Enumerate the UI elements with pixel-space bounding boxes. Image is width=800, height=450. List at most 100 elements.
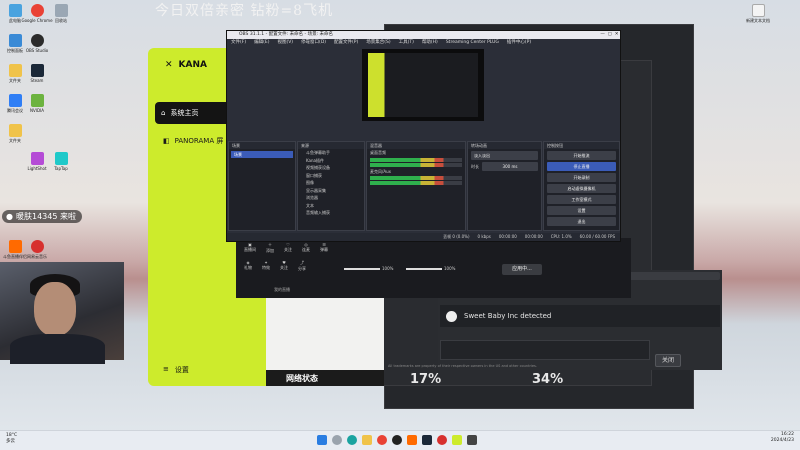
nav-panorama[interactable]: ◧ PANORAMA 屏 <box>163 136 223 146</box>
tool-add[interactable]: ＋添加 <box>266 242 274 254</box>
source-item[interactable]: 音频输入捕获 <box>298 209 364 217</box>
kana-logo-icon: ✕ <box>165 60 173 70</box>
disclaimer-text: All trademarks are property of their res… <box>388 364 537 368</box>
network-status-title: 网络状态 <box>266 370 384 386</box>
skull-icon <box>446 310 457 322</box>
start-stream-button[interactable]: 开始推流 <box>547 151 616 160</box>
desktop-icon-lightshot[interactable]: LightShot <box>24 152 50 176</box>
source-item[interactable]: 窗口捕获 <box>298 172 364 180</box>
obs-window: OBS 31.1.1 - 配置文件: 未命名 - 场景: 未命名 — ▢ ✕ 文件… <box>226 30 621 242</box>
menu-profile[interactable]: 配置文件(P) <box>334 39 358 47</box>
status-rec-time: 00:00:00 <box>524 234 543 239</box>
tool-mic[interactable]: ◎ 连麦 <box>302 242 310 254</box>
window-controls[interactable]: — ▢ ✕ <box>600 31 620 39</box>
mixer-track-label: 麦克风/Aux <box>370 168 391 174</box>
menu-streaming-center[interactable]: Streaming Center PLUG <box>446 39 499 47</box>
settings-button[interactable]: 设置 <box>547 206 616 215</box>
source-item[interactable]: 显示器采集 <box>298 187 364 195</box>
menu-scene-collection[interactable]: 场景集合(S) <box>366 39 390 47</box>
duration-input[interactable]: 300 ms <box>482 162 538 171</box>
source-item[interactable]: 斗鱼弹幕助手 <box>298 149 364 157</box>
tool-live-room[interactable]: ▣ 直播间 <box>244 242 256 254</box>
transition-select[interactable]: 淡入淡出 <box>471 151 538 160</box>
my-live-link[interactable]: 我的直播 <box>274 287 290 293</box>
percent-right: 34% <box>532 372 564 387</box>
desktop-icon-chrome[interactable]: Google Chrome <box>21 4 53 28</box>
desktop-slider[interactable] <box>406 268 442 270</box>
menu-view[interactable]: 视图(V) <box>277 39 293 47</box>
menu-plugins[interactable]: 插件中心(P) <box>507 39 531 47</box>
netease-taskbar-icon[interactable] <box>437 435 447 445</box>
menu-edit[interactable]: 编辑(E) <box>254 39 269 47</box>
steam-taskbar-icon[interactable] <box>422 435 432 445</box>
source-item[interactable]: 图像 <box>298 179 364 187</box>
kana-taskbar-icon[interactable] <box>452 435 462 445</box>
source-item[interactable]: 文本 <box>298 202 364 210</box>
douyu-tool-panel: ▣ 直播间 ＋添加 ♡ 关注 ◎ 连麦 ☰ 弹幕 ◈ 礼物 ✦ 特效 ♥ 关注 ⤴ 分享 我的直… <box>236 238 631 298</box>
desktop-icon-recycle[interactable]: 回收站 <box>48 4 74 28</box>
nav-settings[interactable]: ≡ 设置 <box>163 365 189 375</box>
mixer-dock: 混音器 桌面音频 麦克风/Aux <box>366 141 466 231</box>
tool-effect[interactable]: ✦ 特效 <box>262 260 270 272</box>
windows-start-icon[interactable] <box>317 435 327 445</box>
chrome-icon[interactable] <box>377 435 387 445</box>
desktop-icon-text-doc[interactable]: 新建文本文档 <box>745 4 771 28</box>
status-cpu: CPU: 1.0% <box>550 234 572 239</box>
stream-title-overlay: 今日双倍亲密 钻粉=8飞机 <box>155 3 334 19</box>
edge-icon[interactable] <box>347 435 357 445</box>
desktop-icon-folder-2[interactable]: 文件夹 <box>2 124 28 148</box>
menu-tools[interactable]: 工具(T) <box>399 39 414 47</box>
desktop-icon-taptap[interactable]: TapTap <box>48 152 74 176</box>
apply-button[interactable]: 应用中... <box>502 264 542 275</box>
system-clock[interactable]: 16:22 2024/4/23 <box>771 432 794 444</box>
detected-row: Sweet Baby Inc detected <box>440 305 720 327</box>
sources-header: 来源 <box>298 142 364 149</box>
obs-preview[interactable] <box>362 49 484 121</box>
volume-meter <box>370 181 462 185</box>
scene-item-active[interactable]: 场景 <box>231 151 293 158</box>
search-icon[interactable] <box>332 435 342 445</box>
tool-follow[interactable]: ♡ 关注 <box>284 242 292 254</box>
tool-danmu[interactable]: ☰ 弹幕 <box>320 242 328 254</box>
obs-taskbar-icon[interactable] <box>392 435 402 445</box>
danmu-banner: ● 暖肤14345 来啦 <box>2 210 82 223</box>
obs-statusbar: 丢帧 0 (0.0%) 0 kbps 00:00:00 00:00:00 CPU… <box>227 233 620 241</box>
source-item[interactable]: 视频捕获设备 <box>298 164 364 172</box>
tool-gift[interactable]: ◈ 礼物 <box>244 260 252 272</box>
desktop-icon-obs[interactable]: OBS Studio <box>24 34 50 58</box>
app-taskbar-icon[interactable] <box>467 435 477 445</box>
status-dropped: 丢帧 0 (0.0%) <box>443 234 470 239</box>
close-button[interactable]: 关闭 <box>655 354 681 367</box>
mic-slider[interactable] <box>344 268 380 270</box>
duration-row: 时长 300 ms <box>468 162 541 171</box>
percent-left: 17% <box>410 372 442 387</box>
start-record-button[interactable]: 开始录制 <box>547 173 616 182</box>
detected-text: Sweet Baby Inc detected <box>464 312 552 320</box>
weather-widget[interactable]: 18°C 多云 <box>6 433 17 445</box>
desktop-icon-douyu[interactable]: 斗鱼直播伴侣 <box>2 240 28 264</box>
source-item[interactable]: Kana插件 <box>298 157 364 165</box>
tool-follow-2[interactable]: ♥ 关注 <box>280 260 288 272</box>
explorer-icon[interactable] <box>362 435 372 445</box>
menu-docks[interactable]: 停靠窗口(D) <box>301 39 326 47</box>
volume-meter <box>370 162 462 167</box>
virtual-camera-button[interactable]: 启动虚拟摄像机 <box>547 184 616 193</box>
controls-dock: 控制按钮 开始推流 停止直播 开始录制 启动虚拟摄像机 工作室模式 设置 退出 <box>543 141 620 231</box>
desktop-icon-folder[interactable]: 文件夹 <box>2 64 28 88</box>
webcam-face <box>34 282 76 336</box>
home-icon: ⌂ <box>161 109 166 117</box>
exit-button[interactable]: 退出 <box>547 217 616 226</box>
mixer-header: 混音器 <box>367 142 465 149</box>
chat-input[interactable] <box>440 340 650 360</box>
tool-share[interactable]: ⤴ 分享 <box>298 260 306 272</box>
desktop-icon-nvidia[interactable]: NVIDIA <box>24 94 50 118</box>
webcam-shirt <box>10 334 105 364</box>
studio-mode-button[interactable]: 工作室模式 <box>547 195 616 204</box>
stop-stream-button[interactable]: 停止直播 <box>547 162 616 171</box>
menu-file[interactable]: 文件(F) <box>231 39 246 47</box>
volume-meter <box>370 176 462 180</box>
douyu-taskbar-icon[interactable] <box>407 435 417 445</box>
menu-icon: ≡ <box>163 365 169 373</box>
menu-help[interactable]: 帮助(H) <box>422 39 438 47</box>
source-item[interactable]: 浏览器 <box>298 194 364 202</box>
